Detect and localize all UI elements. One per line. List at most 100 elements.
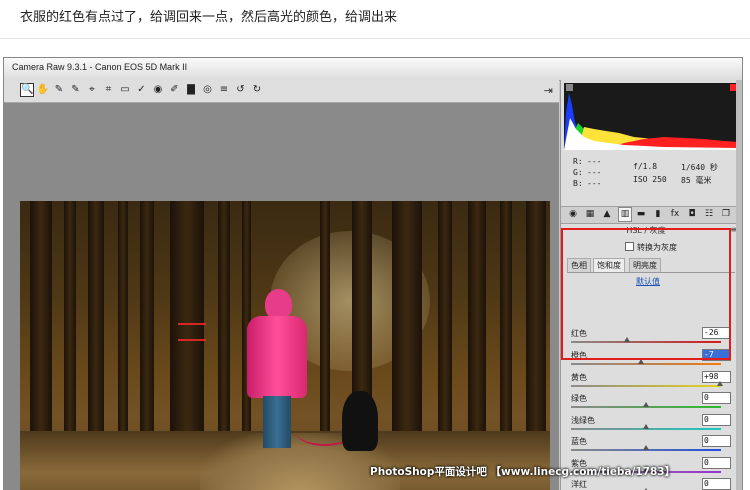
graduated-filter-icon[interactable]: ▇ bbox=[185, 84, 197, 96]
white-balance-tool-icon[interactable]: ✎ bbox=[53, 84, 65, 96]
slider-label: 黄色 bbox=[571, 373, 587, 382]
targeted-adjustment-icon[interactable]: ⌖ bbox=[86, 84, 98, 96]
slider-value-input[interactable]: 0 bbox=[702, 414, 731, 426]
default-link[interactable]: 默认值 bbox=[561, 276, 735, 287]
b-value: --- bbox=[587, 179, 602, 188]
tree-trunk bbox=[88, 201, 104, 451]
tree-trunk bbox=[526, 201, 546, 451]
hsl-slider-row: 洋红 0 bbox=[571, 478, 731, 490]
grayscale-checkbox[interactable] bbox=[625, 242, 634, 251]
slider-value-input[interactable]: 0 bbox=[702, 478, 731, 490]
zoom-tool-icon[interactable]: 🔍 bbox=[20, 83, 34, 97]
radial-filter-icon[interactable]: ◎ bbox=[202, 84, 214, 96]
slider-thumb[interactable] bbox=[643, 445, 649, 450]
info-readout: R: --- G: --- B: --- f/1.8 1/640 秒 ISO 2… bbox=[565, 155, 740, 195]
rotate-ccw-icon[interactable]: ↺ bbox=[235, 84, 247, 96]
straighten-tool-icon[interactable]: ▭ bbox=[119, 84, 131, 96]
tone-curve-tab-icon[interactable]: ▦ bbox=[584, 208, 596, 221]
preferences-icon[interactable]: ≡ bbox=[218, 84, 230, 96]
r-label: R: bbox=[573, 157, 583, 166]
image-preview-area[interactable] bbox=[4, 103, 559, 490]
hsl-slider-row: 黄色 +98 bbox=[571, 371, 731, 392]
adjustment-brush-icon[interactable]: ✐ bbox=[169, 84, 181, 96]
split-toning-tab-icon[interactable]: ▬ bbox=[635, 208, 647, 221]
crop-tool-icon[interactable]: ⌗ bbox=[103, 84, 115, 96]
slider-label: 洋红 bbox=[571, 480, 587, 489]
slider-label: 蓝色 bbox=[571, 437, 587, 446]
lens-corrections-tab-icon[interactable]: ▮ bbox=[652, 208, 664, 221]
iso-value: ISO 250 bbox=[633, 175, 667, 184]
slider-thumb[interactable] bbox=[623, 337, 630, 342]
slider-thumb[interactable] bbox=[643, 402, 649, 407]
red-eye-icon[interactable]: ◉ bbox=[152, 84, 164, 96]
slider-track[interactable] bbox=[571, 385, 721, 387]
watermark-text: PhotoShop平面设计吧 【www.linecg.com/tieba/178… bbox=[370, 466, 676, 478]
tree-trunk bbox=[392, 201, 422, 456]
tutorial-caption: 衣服的红色有点过了，给调回来一点，然后高光的颜色，给调出来 bbox=[20, 10, 398, 25]
snapshots-tab-icon[interactable]: ❐ bbox=[720, 208, 732, 221]
g-label: G: bbox=[573, 168, 583, 177]
fullscreen-exit-icon[interactable]: ⇥ bbox=[544, 84, 553, 97]
hsl-slider-row: 浅绿色 0 bbox=[571, 414, 731, 435]
grayscale-label: 转换为灰度 bbox=[637, 243, 677, 252]
slider-label: 浅绿色 bbox=[571, 416, 595, 425]
red-annotation-marks bbox=[178, 323, 206, 341]
tree-trunk bbox=[64, 201, 76, 451]
r-value: --- bbox=[587, 157, 602, 166]
tree-trunk bbox=[500, 201, 512, 451]
histogram bbox=[564, 83, 739, 150]
girl-hat bbox=[265, 289, 292, 319]
slider-label: 红色 bbox=[571, 329, 587, 338]
window-side-scrollbar[interactable] bbox=[736, 80, 742, 490]
camera-calibration-tab-icon[interactable]: ◘ bbox=[686, 208, 698, 221]
shutter-value: 1/640 秒 bbox=[681, 163, 718, 172]
slider-value-input[interactable]: 0 bbox=[702, 392, 731, 404]
tree-trunk bbox=[468, 201, 486, 451]
forest-photo bbox=[20, 201, 550, 490]
tree-trunk bbox=[438, 201, 452, 451]
spot-removal-icon[interactable]: ✓ bbox=[136, 84, 148, 96]
panel-tabs-bar: ◉ ▦ ▲ ▥ ▬ ▮ fx ◘ ☷ ❐ bbox=[561, 206, 742, 224]
slider-track[interactable] bbox=[571, 363, 721, 365]
camera-raw-window: Camera Raw 9.3.1 - Canon EOS 5D Mark II … bbox=[3, 57, 743, 490]
slider-value-input[interactable]: -7 bbox=[702, 349, 731, 361]
hsl-tab-icon[interactable]: ▥ bbox=[618, 207, 632, 222]
tab-saturation[interactable]: 饱和度 bbox=[593, 258, 625, 272]
slider-value-input[interactable]: 0 bbox=[702, 457, 731, 469]
presets-tab-icon[interactable]: ☷ bbox=[703, 208, 715, 221]
effects-tab-icon[interactable]: fx bbox=[669, 208, 681, 221]
slider-thumb[interactable] bbox=[643, 424, 649, 429]
hand-tool-icon[interactable]: ✋ bbox=[37, 84, 49, 96]
panel-title: HSL / 灰度 bbox=[626, 226, 666, 235]
slider-track[interactable] bbox=[571, 341, 721, 343]
rotate-cw-icon[interactable]: ↻ bbox=[251, 84, 263, 96]
divider bbox=[0, 38, 750, 39]
color-sampler-icon[interactable]: ✎ bbox=[70, 84, 82, 96]
girl-legs bbox=[263, 396, 291, 448]
slider-thumb[interactable] bbox=[716, 381, 723, 386]
window-title: Camera Raw 9.3.1 - Canon EOS 5D Mark II bbox=[12, 62, 188, 72]
tab-hue[interactable]: 色相 bbox=[567, 258, 591, 272]
aperture-value: f/1.8 bbox=[633, 162, 658, 171]
detail-tab-icon[interactable]: ▲ bbox=[601, 208, 613, 221]
slider-thumb[interactable] bbox=[637, 359, 644, 364]
tab-luminance[interactable]: 明亮度 bbox=[629, 258, 661, 272]
b-label: B: bbox=[573, 179, 583, 188]
slider-value-input[interactable]: 0 bbox=[702, 435, 731, 447]
slider-value-input[interactable]: -26 bbox=[702, 327, 731, 339]
convert-grayscale-row[interactable]: 转换为灰度 bbox=[625, 242, 677, 253]
hsl-slider-row: 橙色 -7 bbox=[571, 349, 731, 370]
tree-trunk bbox=[30, 201, 52, 451]
tree-trunk bbox=[218, 201, 230, 451]
toolbar: 🔍 ✋ ✎ ✎ ⌖ ⌗ ▭ ✓ ◉ ✐ ▇ ◎ ≡ ↺ ↻ ⇥ bbox=[4, 80, 559, 103]
hsl-slider-row: 蓝色 0 bbox=[571, 435, 731, 456]
tree-trunk bbox=[140, 201, 154, 451]
slider-label: 橙色 bbox=[571, 351, 587, 360]
histogram-graph bbox=[564, 93, 739, 150]
right-panel: R: --- G: --- B: --- f/1.8 1/640 秒 ISO 2… bbox=[560, 80, 742, 490]
tree-trunk bbox=[320, 201, 330, 451]
hsl-slider-row: 红色 -26 bbox=[571, 327, 731, 348]
shadow-clipping-warning-icon[interactable] bbox=[566, 84, 573, 91]
basic-tab-icon[interactable]: ◉ bbox=[567, 208, 579, 221]
g-value: --- bbox=[587, 168, 602, 177]
